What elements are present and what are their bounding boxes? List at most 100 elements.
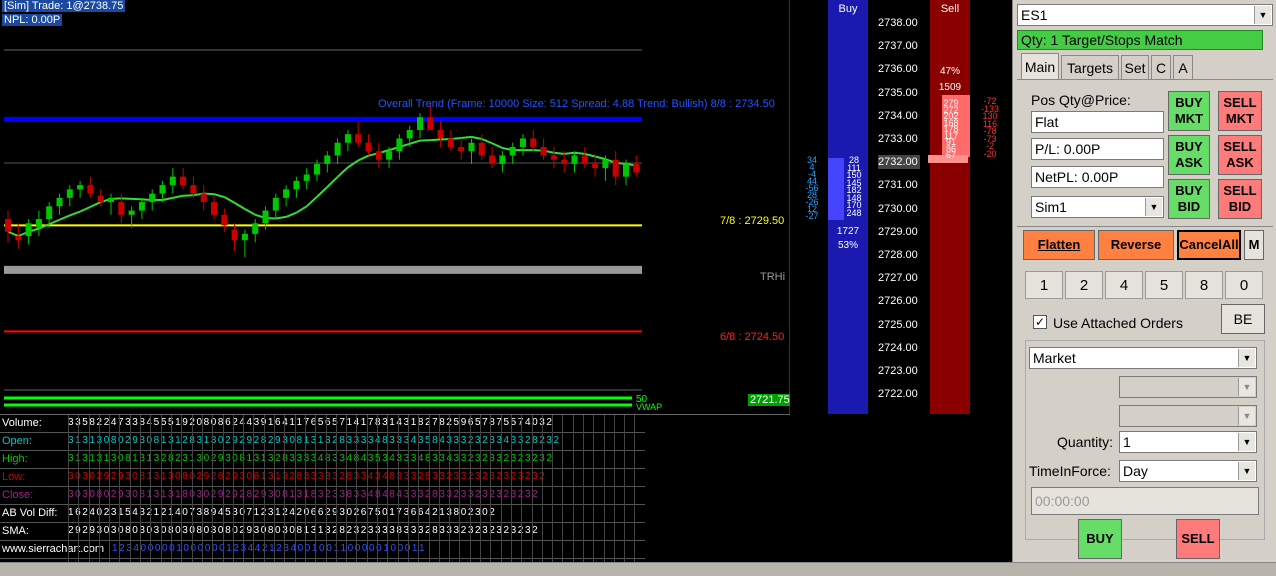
table-grid-line [583, 415, 584, 563]
chevron-down-icon[interactable]: ▼ [1238, 407, 1255, 425]
account-select[interactable]: Sim1 ▼ [1031, 196, 1164, 218]
price-level[interactable]: 2725.00 [878, 319, 918, 331]
tab-set[interactable]: Set [1121, 55, 1149, 79]
depth-value: -20 [983, 148, 997, 159]
candle-body [468, 142, 475, 152]
price-level[interactable]: 2737.00 [878, 40, 918, 52]
chevron-down-icon[interactable]: ▼ [1238, 349, 1255, 367]
moving-average-segment [347, 159, 359, 169]
tab-main[interactable]: Main [1021, 53, 1059, 79]
moving-average-segment [79, 205, 91, 213]
candle-body [66, 189, 73, 198]
tab-targets[interactable]: Targets [1061, 55, 1119, 79]
candle-body [427, 117, 434, 130]
buy-button[interactable]: BUY [1078, 519, 1122, 559]
sell-bid-button[interactable]: SELL BID [1218, 179, 1262, 219]
stop-offset-select[interactable]: ▼ [1119, 405, 1257, 427]
price-level[interactable]: 2726.00 [878, 295, 918, 307]
qty-preset-1[interactable]: 1 [1025, 271, 1063, 299]
price-level[interactable]: 2732.00 [878, 156, 918, 168]
tab-a[interactable]: A [1173, 55, 1193, 79]
order-type-select[interactable]: Market ▼ [1029, 347, 1257, 369]
left-delta-nums: 34 4 -4 44 -56 28 -26 12 -27 [798, 156, 826, 221]
candlestick-chart[interactable] [0, 0, 790, 414]
moving-average-segment [430, 138, 441, 142]
moving-average-segment [326, 176, 339, 188]
level-68-label: 6/8 : 2724.50 [720, 331, 785, 343]
moving-average-segment [172, 194, 184, 199]
level-78-label: 7/8 : 2729.50 [720, 215, 785, 227]
flatten-button[interactable]: Flatten [1023, 230, 1095, 260]
moving-average-segment [336, 166, 349, 178]
vwap-label: VWAP [636, 402, 663, 412]
price-chart[interactable]: [Sim] Trade: 1@2738.75 NPL: 0.00P Overal… [0, 0, 792, 414]
candle-body [417, 117, 423, 130]
moving-average-segment [275, 215, 287, 220]
table-grid-line [161, 415, 162, 563]
candle-body [530, 138, 537, 147]
candle-body [46, 206, 53, 220]
candle-body [211, 202, 217, 215]
buy-bid-button[interactable]: BUY BID [1168, 179, 1210, 219]
tif-select[interactable]: Day ▼ [1119, 460, 1257, 482]
reverse-button[interactable]: Reverse [1098, 230, 1174, 260]
moving-average-segment [89, 201, 102, 208]
use-attached-checkbox[interactable]: ✓ [1033, 315, 1047, 329]
cancel-all-button[interactable]: CancelAll [1177, 230, 1241, 260]
table-grid-line [68, 415, 69, 563]
npl-info: NPL: 0.00P [2, 14, 63, 26]
price-level[interactable]: 2733.00 [878, 133, 918, 145]
price-level[interactable]: 2734.00 [878, 110, 918, 122]
price-level[interactable]: 2728.00 [878, 249, 918, 261]
sell-mkt-button[interactable]: SELL MKT [1218, 91, 1262, 131]
sell-ask-button[interactable]: SELL ASK [1218, 135, 1262, 175]
table-grid-line [223, 415, 224, 563]
tab-c[interactable]: C [1151, 55, 1171, 79]
sell-button[interactable]: SELL [1176, 519, 1220, 559]
quantity-select[interactable]: 1 ▼ [1119, 431, 1257, 453]
chevron-down-icon[interactable]: ▼ [1254, 6, 1271, 24]
price-level[interactable]: 2723.00 [878, 365, 918, 377]
qty-preset-2[interactable]: 2 [1065, 271, 1103, 299]
sell-column[interactable] [930, 0, 970, 414]
m-button[interactable]: M [1244, 230, 1264, 260]
table-grid-line [614, 415, 615, 563]
price-ladder[interactable]: Buy Sell 1727 53% 47% 1509 28 111 150 145 18… [790, 0, 1012, 414]
table-row: High: 3 1 3 1 3 1 3 0 8 1 3 1 3 2 8 2 3 1… [0, 451, 645, 469]
row-label: SMA: [2, 525, 29, 537]
price-level[interactable]: 2736.00 [878, 63, 918, 75]
trade-window[interactable]: ES1 ▼ Qty: 1 Target/Stops Match Main Tar… [1012, 0, 1276, 562]
qty-preset-4[interactable]: 4 [1105, 271, 1143, 299]
chevron-down-icon[interactable]: ▼ [1145, 198, 1162, 216]
account-value: Sim1 [1035, 199, 1067, 215]
table-grid-line [233, 415, 234, 563]
chevron-down-icon[interactable]: ▼ [1238, 378, 1255, 396]
tif-value: Day [1123, 463, 1148, 479]
price-level[interactable]: 2730.00 [878, 203, 918, 215]
symbol-select[interactable]: ES1 ▼ [1017, 4, 1273, 26]
candle-body [602, 159, 609, 169]
price-level[interactable]: 2724.00 [878, 342, 918, 354]
candle-body [365, 142, 372, 152]
table-grid-line [119, 415, 120, 563]
qty-preset-0[interactable]: 0 [1225, 271, 1263, 299]
table-grid-line [346, 415, 347, 563]
price-level[interactable]: 2731.00 [878, 179, 918, 191]
be-button[interactable]: BE [1221, 304, 1265, 334]
chevron-down-icon[interactable]: ▼ [1238, 433, 1255, 451]
moving-average-segment [162, 196, 174, 201]
qty-preset-8[interactable]: 8 [1185, 271, 1223, 299]
candle-body [56, 197, 63, 207]
price-level[interactable]: 2729.00 [878, 226, 918, 238]
qty-preset-5[interactable]: 5 [1145, 271, 1183, 299]
price-level[interactable]: 2727.00 [878, 272, 918, 284]
chevron-down-icon[interactable]: ▼ [1238, 462, 1255, 480]
buy-ask-button[interactable]: BUY ASK [1168, 135, 1210, 175]
price-offset-select[interactable]: ▼ [1119, 376, 1257, 398]
price-level[interactable]: 2735.00 [878, 87, 918, 99]
price-level[interactable]: 2722.00 [878, 388, 918, 400]
buy-mkt-button[interactable]: BUY MKT [1168, 91, 1210, 131]
candle-body [489, 155, 496, 164]
row-label: Open: [2, 435, 32, 447]
price-level[interactable]: 2738.00 [878, 17, 918, 29]
